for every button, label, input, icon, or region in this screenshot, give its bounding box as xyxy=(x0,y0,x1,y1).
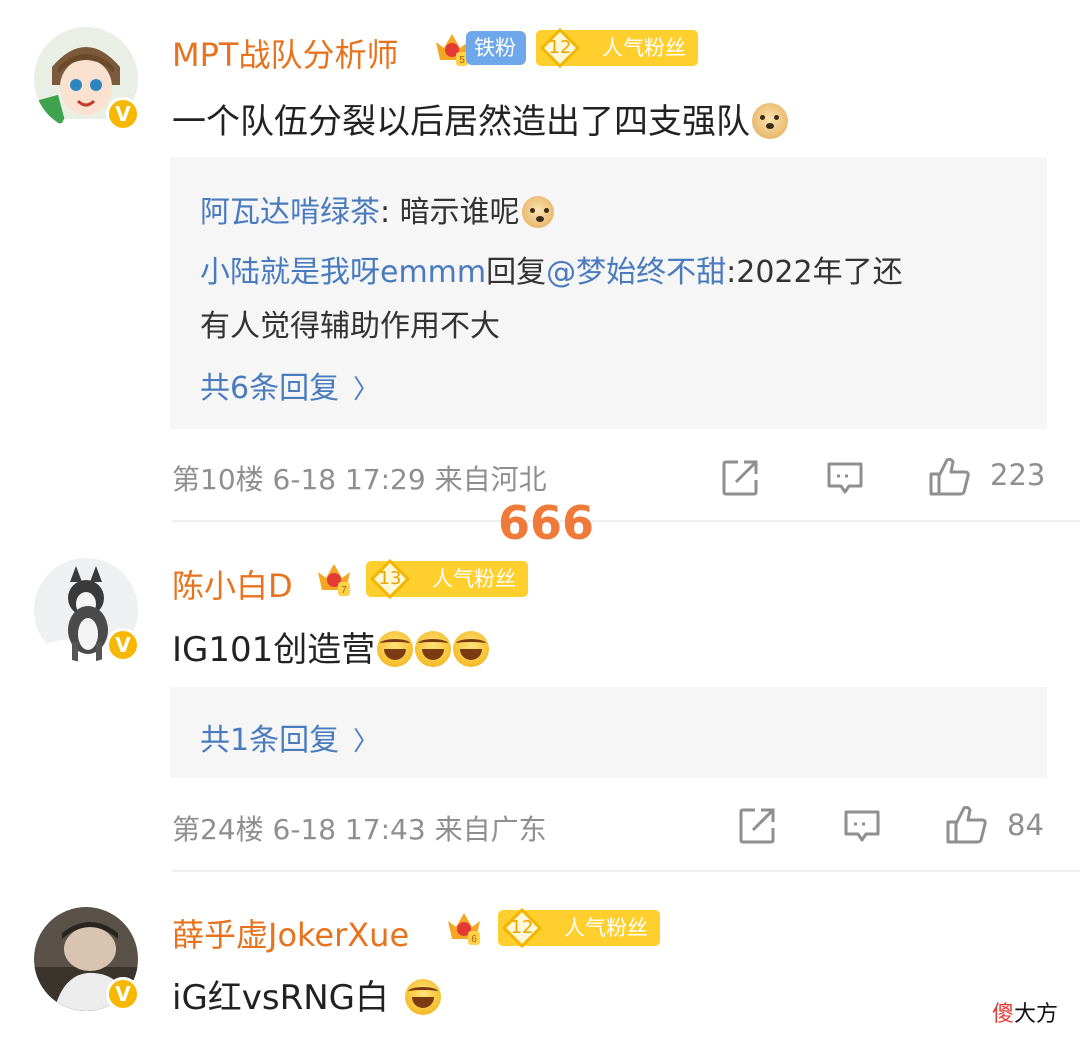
more-replies-label: 共6条回复 xyxy=(200,371,340,406)
share-icon[interactable] xyxy=(720,458,760,498)
avatar[interactable]: V xyxy=(34,558,140,662)
fan-level-number: 12 xyxy=(510,917,534,938)
like-thumb-icon[interactable] xyxy=(944,802,988,846)
chevron-right-icon: 〉 xyxy=(353,375,380,405)
svg-text:7: 7 xyxy=(341,585,347,596)
chevron-right-icon: 〉 xyxy=(353,727,380,757)
svg-text:6: 6 xyxy=(471,934,477,945)
fan-level-number: 13 xyxy=(378,568,402,589)
crown-badge-icon: 7 xyxy=(314,558,354,598)
fan-level-badge: 13 人气粉丝 xyxy=(366,559,528,599)
divider xyxy=(172,520,1080,522)
comment-text: IG101创造营 xyxy=(172,622,490,671)
fan-level-badge: 12 人气粉丝 xyxy=(536,28,698,68)
laugh-emoji-icon xyxy=(377,631,414,667)
watermark: 傻大方 xyxy=(992,996,1058,1028)
like-count: 84 xyxy=(1007,808,1044,842)
replies-preview[interactable]: 共1条回复〉 xyxy=(170,687,1047,778)
more-replies-link[interactable]: 共1条回复〉 xyxy=(200,715,379,759)
fan-level-diamond-icon: 12 xyxy=(502,908,542,948)
reply-item[interactable]: 小陆就是我呀emmm回复@梦始终不甜:2022年了还 xyxy=(200,247,903,291)
comment-text-body: IG101创造营 xyxy=(172,630,376,670)
reply-text: :2022年了还 xyxy=(726,255,903,290)
comment-text-body: 一个队伍分裂以后居然造出了四支强队 xyxy=(172,102,750,142)
verified-badge-icon: V xyxy=(106,628,140,662)
fan-level-number: 12 xyxy=(548,37,572,58)
mention-link[interactable]: @梦始终不甜 xyxy=(546,255,726,290)
fan-level-label: 人气粉丝 xyxy=(602,36,686,60)
reply-prefix: 回复 xyxy=(486,255,547,290)
verified-badge-icon: V xyxy=(106,977,140,1011)
verified-badge-icon: V xyxy=(106,97,140,131)
reply-author-link[interactable]: 小陆就是我呀emmm xyxy=(200,255,486,290)
share-icon[interactable] xyxy=(737,806,777,846)
crown-badge-icon: 6 xyxy=(444,907,484,947)
laugh-emoji-icon xyxy=(453,631,490,667)
like-count: 223 xyxy=(990,458,1046,492)
reply-author-link[interactable]: 阿瓦达啃绿茶 xyxy=(200,195,380,230)
comment-text: iG红vsRNG白 xyxy=(172,970,442,1019)
divider xyxy=(172,870,1080,872)
iron-fan-badge: 铁粉 xyxy=(466,31,526,65)
fan-level-label: 人气粉丝 xyxy=(564,916,648,940)
more-replies-label: 共1条回复 xyxy=(200,723,340,758)
comment-icon[interactable] xyxy=(825,458,865,498)
doge-emoji-icon xyxy=(521,196,554,228)
laugh-emoji-icon xyxy=(415,631,452,667)
watermark-part1: 傻 xyxy=(991,1002,1014,1027)
watermark-part2: 大方 xyxy=(1013,1002,1058,1027)
comment-meta: 第24楼 6-18 17:43 来自广东 xyxy=(172,813,547,846)
more-replies-link[interactable]: 共6条回复〉 xyxy=(200,363,379,407)
comment-meta: 第10楼 6-18 17:29 来自河北 xyxy=(172,463,547,496)
fan-level-diamond-icon: 13 xyxy=(370,559,410,599)
doge-emoji-icon xyxy=(752,103,788,139)
svg-text:5: 5 xyxy=(459,55,465,66)
avatar[interactable]: V xyxy=(34,27,140,131)
fan-level-label: 人气粉丝 xyxy=(432,567,516,591)
replies-preview[interactable]: 阿瓦达啃绿茶: 暗示谁呢 小陆就是我呀emmm回复@梦始终不甜:2022年了还 … xyxy=(170,157,1047,429)
username[interactable]: 陈小白D xyxy=(172,561,293,607)
username[interactable]: 薛乎虚JokerXue xyxy=(172,910,409,956)
username[interactable]: MPT战队分析师 xyxy=(172,30,398,76)
fan-level-diamond-icon: 12 xyxy=(540,28,580,68)
avatar[interactable]: V xyxy=(34,907,140,1011)
laugh-emoji-icon xyxy=(405,979,442,1015)
reply-item[interactable]: 阿瓦达啃绿茶: 暗示谁呢 xyxy=(200,187,554,231)
overlay-text: 666 xyxy=(498,496,595,550)
fan-level-badge: 12 人气粉丝 xyxy=(498,908,660,948)
comment-text-body: iG红vsRNG白 xyxy=(172,978,390,1018)
reply-text: : 暗示谁呢 xyxy=(380,195,520,230)
comment-icon[interactable] xyxy=(842,806,882,846)
comment-text: 一个队伍分裂以后居然造出了四支强队 xyxy=(172,94,788,143)
like-thumb-icon[interactable] xyxy=(927,454,971,498)
reply-text-continuation: 有人觉得辅助作用不大 xyxy=(200,309,500,344)
